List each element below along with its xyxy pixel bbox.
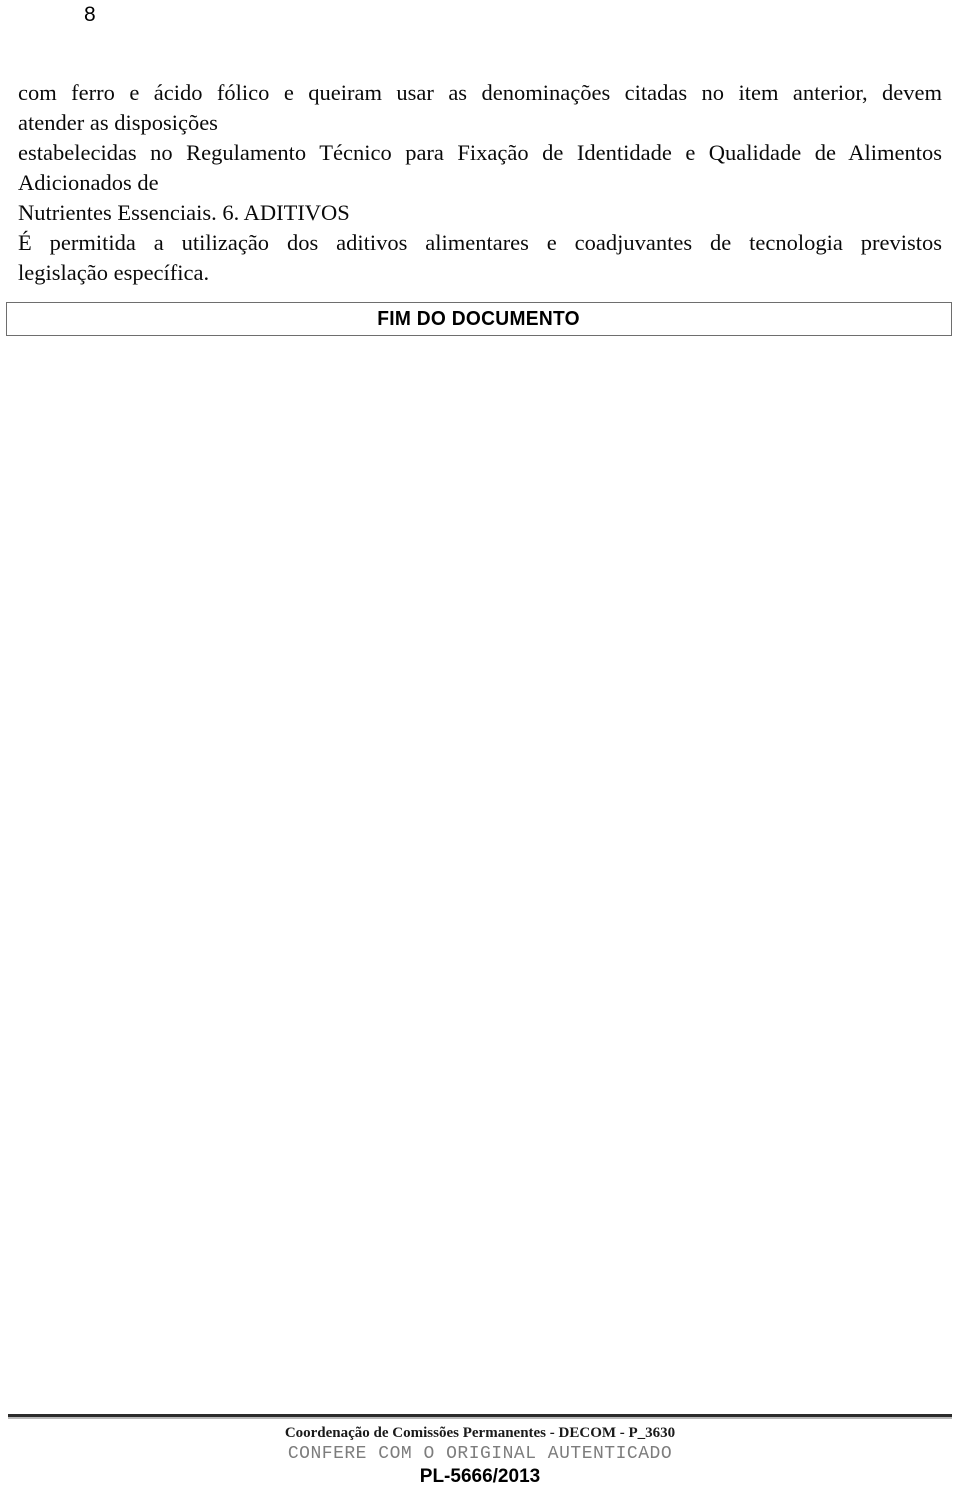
footer-divider-light [8, 1417, 952, 1419]
body-line: legislação específica. [18, 260, 210, 285]
body-line: estabelecidas no Regulamento Técnico par… [18, 140, 942, 165]
body-line: atender as disposições [18, 110, 218, 135]
footer-divider [8, 1414, 952, 1419]
body-line: Adicionados de [18, 170, 159, 195]
body-line: É permitida a utilização dos aditivos al… [18, 230, 942, 255]
end-of-document-label: FIM DO DOCUMENTO [377, 307, 581, 330]
body-line: com ferro e ácido fólico e queiram usar … [18, 80, 942, 105]
footer-text-block: Coordenação de Comissões Permanentes - D… [0, 1424, 960, 1488]
document-page: { "page": { "number": "8", "paper_color"… [0, 0, 960, 1493]
footer-department-line: Coordenação de Comissões Permanentes - D… [284, 1425, 676, 1441]
footer-authentication-stamp: CONFERE COM O ORIGINAL AUTENTICADO [287, 1444, 673, 1464]
page-number: 8 [84, 3, 96, 26]
end-of-document-box: FIM DO DOCUMENTO [6, 302, 952, 336]
document-body: com ferro e ácido fólico e queiram usar … [18, 78, 942, 288]
body-line: Nutrientes Essenciais. 6. ADITIVOS [18, 200, 350, 225]
footer-bill-number: PL-5666/2013 [419, 1466, 541, 1487]
